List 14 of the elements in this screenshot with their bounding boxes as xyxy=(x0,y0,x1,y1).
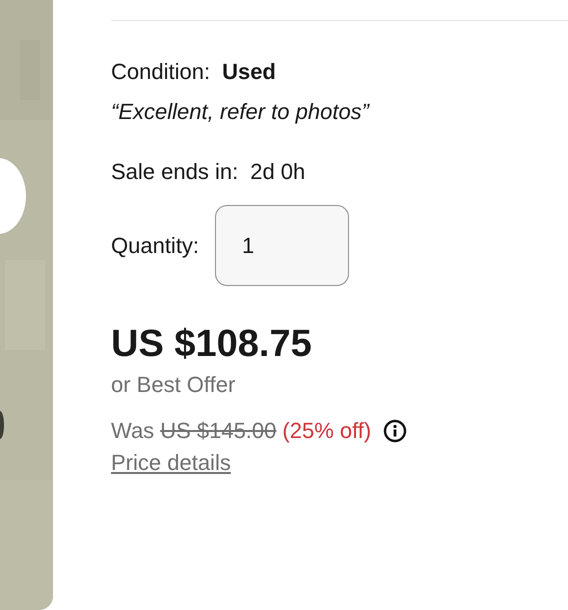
discount-text: (25% off) xyxy=(282,418,372,444)
sale-ends-label: Sale ends in: xyxy=(111,159,238,185)
condition-label: Condition: xyxy=(111,59,210,85)
was-label: Was xyxy=(111,418,154,444)
best-offer-text: or Best Offer xyxy=(111,372,236,398)
price-details-link[interactable]: Price details xyxy=(111,450,231,476)
sale-ends-value: 2d 0h xyxy=(250,159,306,185)
condition-note: “Excellent, refer to photos” xyxy=(111,99,370,125)
quantity-label: Quantity: xyxy=(111,232,200,258)
info-icon[interactable] xyxy=(383,419,408,443)
original-price: US $145.00 xyxy=(160,418,276,444)
quantity-field[interactable]: 1 xyxy=(215,205,350,286)
condition-value: Used xyxy=(222,59,276,85)
price: US $108.75 xyxy=(111,323,312,366)
